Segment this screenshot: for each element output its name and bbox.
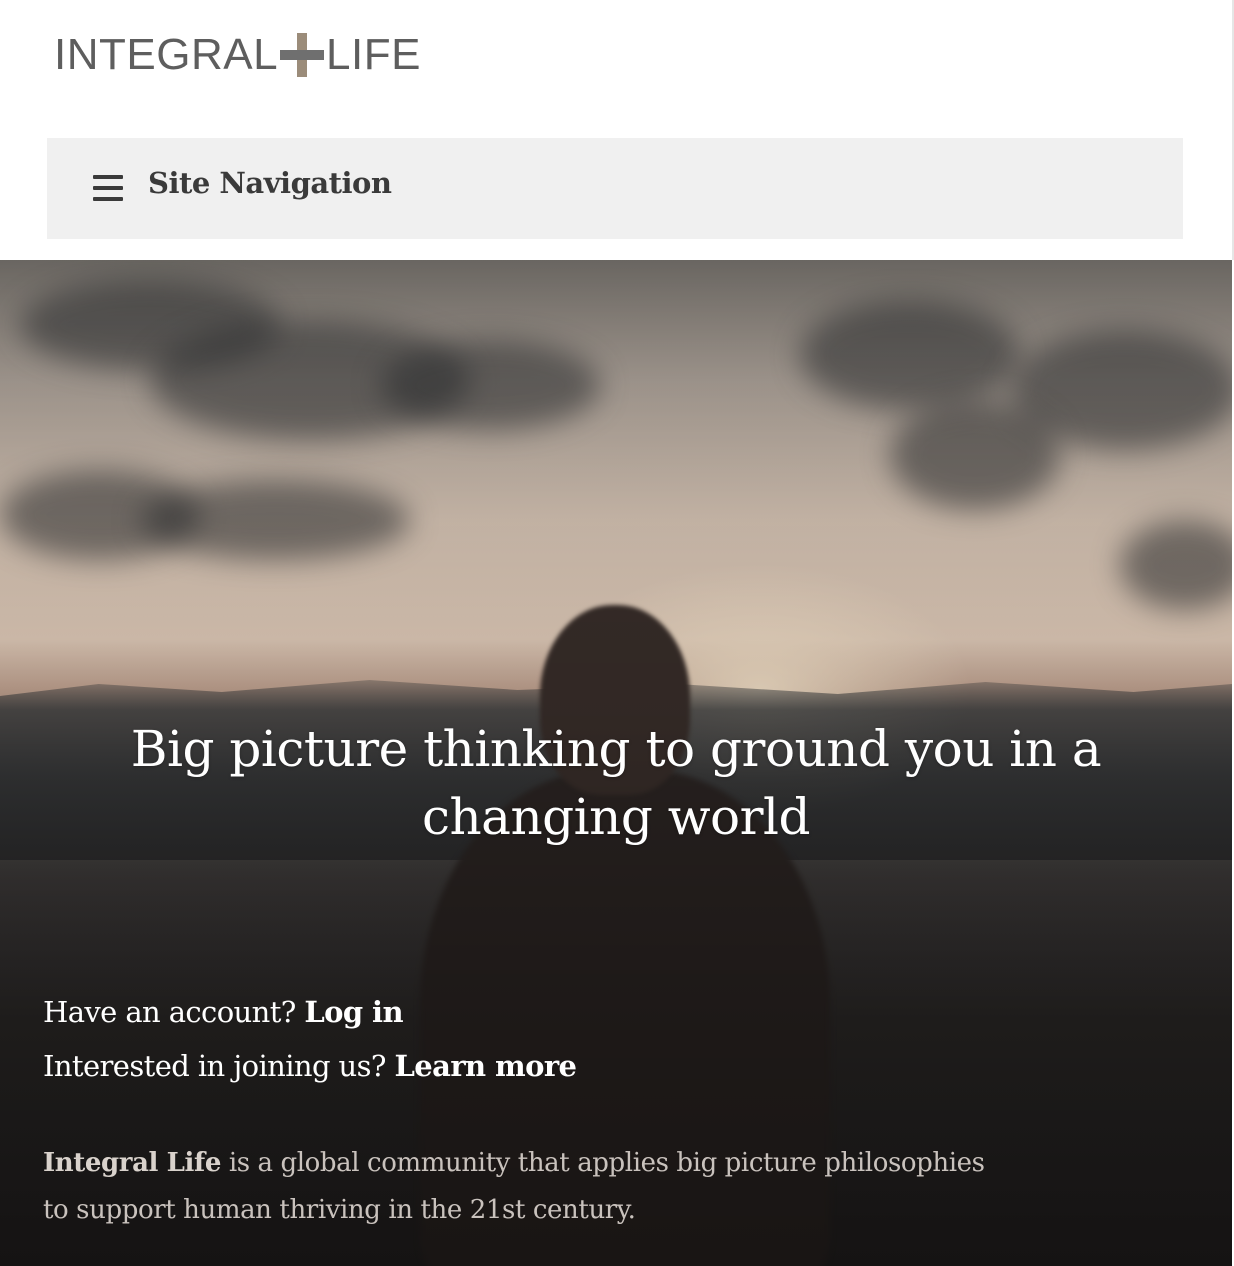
hamburger-menu-icon[interactable] (93, 175, 123, 201)
learn-more-link[interactable]: Learn more (395, 1049, 577, 1083)
login-prompt-text: Have an account? (43, 995, 296, 1029)
about-text-line1: is a global community that applies big p… (220, 1148, 985, 1178)
site-navigation-label[interactable]: Site Navigation (148, 166, 392, 200)
login-link[interactable]: Log in (304, 995, 403, 1029)
site-header: INTEGRAL LIFE Site Navigation (0, 0, 1234, 260)
join-prompt-line: Interested in joining us? Learn more (43, 1049, 577, 1083)
hero-section: Big picture thinking to ground you in a … (0, 260, 1232, 1266)
about-text-line2: to support human thriving in the 21st ce… (43, 1195, 636, 1225)
logo-plus-icon (280, 33, 325, 77)
site-navigation-toggle[interactable]: Site Navigation (47, 138, 1183, 239)
about-blurb: Integral Life is a global community that… (43, 1140, 1003, 1234)
join-prompt-text: Interested in joining us? (43, 1049, 386, 1083)
integral-life-logo[interactable]: INTEGRAL LIFE (54, 30, 421, 80)
hero-headline: Big picture thinking to ground you in a … (130, 720, 1102, 846)
about-brand-name: Integral Life (43, 1148, 221, 1178)
login-prompt-line: Have an account? Log in (43, 995, 404, 1029)
logo-text-integral: INTEGRAL (54, 30, 279, 79)
logo-text-life: LIFE (326, 30, 421, 79)
